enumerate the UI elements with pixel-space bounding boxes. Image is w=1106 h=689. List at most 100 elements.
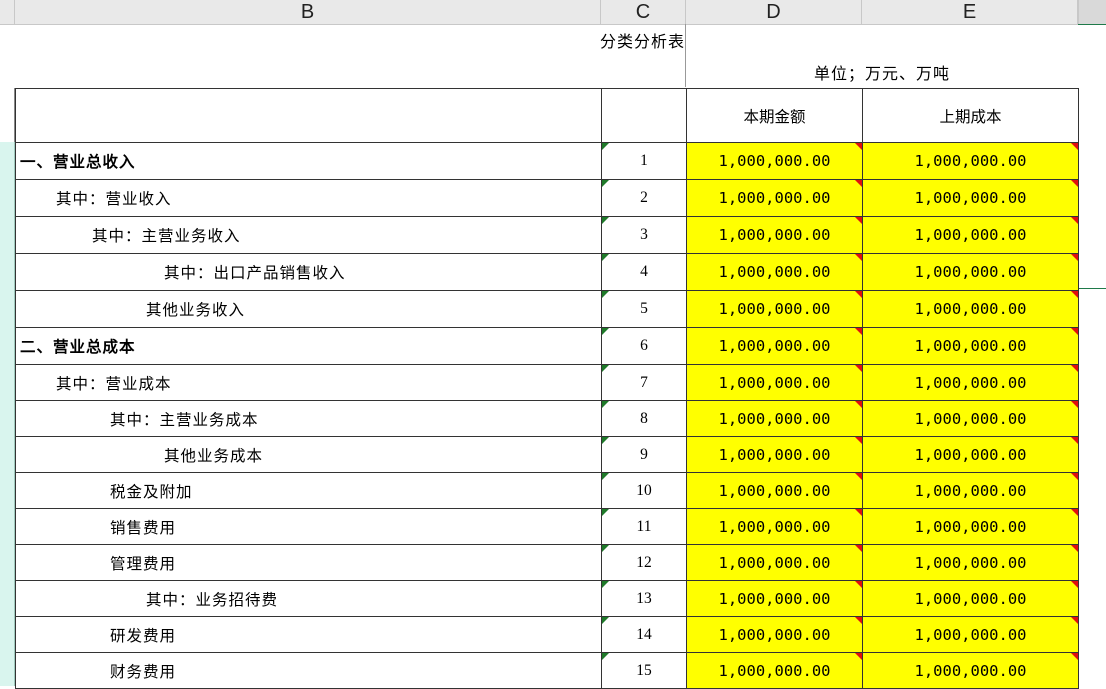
comment-indicator-icon[interactable] (855, 581, 862, 588)
header-cell-label[interactable] (15, 88, 602, 143)
error-indicator-icon[interactable] (602, 509, 609, 516)
row-label-cell[interactable]: 财务费用 (15, 652, 602, 689)
comment-indicator-icon[interactable] (1071, 291, 1078, 298)
unit-cell[interactable]: 单位；万元、万吨 (685, 24, 1077, 87)
prior-cost-cell[interactable]: 1,000,000.00 (862, 253, 1079, 291)
error-indicator-icon[interactable] (602, 401, 609, 408)
column-header-d[interactable]: D (686, 0, 862, 24)
sheet-title[interactable]: 分类分析表 (15, 28, 685, 52)
current-amount-cell[interactable]: 1,000,000.00 (686, 179, 863, 217)
comment-indicator-icon[interactable] (1071, 217, 1078, 224)
row-label-cell[interactable]: 其中：主营业务收入 (15, 216, 602, 254)
row-label-cell[interactable]: 二、营业总成本 (15, 327, 602, 365)
row-label-cell[interactable]: 其中：出口产品销售收入 (15, 253, 602, 291)
prior-cost-cell[interactable]: 1,000,000.00 (862, 652, 1079, 689)
comment-indicator-icon[interactable] (1071, 545, 1078, 552)
comment-indicator-icon[interactable] (1071, 509, 1078, 516)
comment-indicator-icon[interactable] (1071, 143, 1078, 150)
current-amount-cell[interactable]: 1,000,000.00 (686, 652, 863, 689)
prior-cost-cell[interactable]: 1,000,000.00 (862, 544, 1079, 581)
current-amount-cell[interactable]: 1,000,000.00 (686, 544, 863, 581)
prior-cost-cell[interactable]: 1,000,000.00 (862, 508, 1079, 545)
current-amount-cell[interactable]: 1,000,000.00 (686, 472, 863, 509)
comment-indicator-icon[interactable] (855, 473, 862, 480)
comment-indicator-icon[interactable] (1071, 617, 1078, 624)
row-label-cell[interactable]: 销售费用 (15, 508, 602, 545)
comment-indicator-icon[interactable] (1071, 437, 1078, 444)
current-amount-cell[interactable]: 1,000,000.00 (686, 580, 863, 617)
row-number-cell[interactable]: 12 (601, 544, 687, 581)
header-current-amount[interactable]: 本期金额 (686, 88, 863, 143)
error-indicator-icon[interactable] (602, 217, 609, 224)
prior-cost-cell[interactable]: 1,000,000.00 (862, 290, 1079, 328)
comment-indicator-icon[interactable] (1071, 254, 1078, 261)
comment-indicator-icon[interactable] (855, 545, 862, 552)
row-label-cell[interactable]: 税金及附加 (15, 472, 602, 509)
comment-indicator-icon[interactable] (855, 437, 862, 444)
comment-indicator-icon[interactable] (1071, 365, 1078, 372)
current-amount-cell[interactable]: 1,000,000.00 (686, 142, 863, 180)
current-amount-cell[interactable]: 1,000,000.00 (686, 616, 863, 653)
comment-indicator-icon[interactable] (1071, 473, 1078, 480)
current-amount-cell[interactable]: 1,000,000.00 (686, 364, 863, 401)
comment-indicator-icon[interactable] (855, 291, 862, 298)
error-indicator-icon[interactable] (602, 473, 609, 480)
comment-indicator-icon[interactable] (855, 509, 862, 516)
row-number-cell[interactable]: 4 (601, 253, 687, 291)
column-header-b[interactable]: B (15, 0, 601, 24)
current-amount-cell[interactable]: 1,000,000.00 (686, 290, 863, 328)
comment-indicator-icon[interactable] (1071, 180, 1078, 187)
current-amount-cell[interactable]: 1,000,000.00 (686, 327, 863, 365)
current-amount-cell[interactable]: 1,000,000.00 (686, 508, 863, 545)
comment-indicator-icon[interactable] (1071, 581, 1078, 588)
prior-cost-cell[interactable]: 1,000,000.00 (862, 216, 1079, 254)
row-label-cell[interactable]: 其中：营业成本 (15, 364, 602, 401)
comment-indicator-icon[interactable] (855, 143, 862, 150)
comment-indicator-icon[interactable] (855, 180, 862, 187)
row-number-cell[interactable]: 13 (601, 580, 687, 617)
prior-cost-cell[interactable]: 1,000,000.00 (862, 142, 1079, 180)
current-amount-cell[interactable]: 1,000,000.00 (686, 253, 863, 291)
error-indicator-icon[interactable] (602, 143, 609, 150)
comment-indicator-icon[interactable] (855, 217, 862, 224)
header-cell-number[interactable] (601, 88, 687, 143)
error-indicator-icon[interactable] (602, 653, 609, 660)
current-amount-cell[interactable]: 1,000,000.00 (686, 436, 863, 473)
header-prior-cost[interactable]: 上期成本 (862, 88, 1079, 143)
prior-cost-cell[interactable]: 1,000,000.00 (862, 580, 1079, 617)
error-indicator-icon[interactable] (602, 254, 609, 261)
current-amount-cell[interactable]: 1,000,000.00 (686, 400, 863, 437)
row-number-cell[interactable]: 8 (601, 400, 687, 437)
row-number-cell[interactable]: 7 (601, 364, 687, 401)
row-number-cell[interactable]: 2 (601, 179, 687, 217)
prior-cost-cell[interactable]: 1,000,000.00 (862, 364, 1079, 401)
row-number-cell[interactable]: 10 (601, 472, 687, 509)
error-indicator-icon[interactable] (602, 328, 609, 335)
error-indicator-icon[interactable] (602, 365, 609, 372)
row-label-cell[interactable]: 其中：营业收入 (15, 179, 602, 217)
row-number-cell[interactable]: 9 (601, 436, 687, 473)
error-indicator-icon[interactable] (602, 545, 609, 552)
comment-indicator-icon[interactable] (1071, 401, 1078, 408)
row-label-cell[interactable]: 其他业务成本 (15, 436, 602, 473)
column-header-e[interactable]: E (862, 0, 1078, 24)
column-header-a[interactable] (0, 0, 15, 24)
prior-cost-cell[interactable]: 1,000,000.00 (862, 327, 1079, 365)
row-label-cell[interactable]: 其中：主营业务成本 (15, 400, 602, 437)
row-number-cell[interactable]: 14 (601, 616, 687, 653)
error-indicator-icon[interactable] (602, 291, 609, 298)
row-label-cell[interactable]: 其他业务收入 (15, 290, 602, 328)
comment-indicator-icon[interactable] (855, 401, 862, 408)
comment-indicator-icon[interactable] (855, 653, 862, 660)
current-amount-cell[interactable]: 1,000,000.00 (686, 216, 863, 254)
comment-indicator-icon[interactable] (855, 328, 862, 335)
prior-cost-cell[interactable]: 1,000,000.00 (862, 472, 1079, 509)
row-label-cell[interactable]: 一、营业总收入 (15, 142, 602, 180)
comment-indicator-icon[interactable] (1071, 328, 1078, 335)
row-label-cell[interactable]: 研发费用 (15, 616, 602, 653)
prior-cost-cell[interactable]: 1,000,000.00 (862, 616, 1079, 653)
error-indicator-icon[interactable] (602, 437, 609, 444)
comment-indicator-icon[interactable] (855, 254, 862, 261)
prior-cost-cell[interactable]: 1,000,000.00 (862, 436, 1079, 473)
row-number-cell[interactable]: 1 (601, 142, 687, 180)
